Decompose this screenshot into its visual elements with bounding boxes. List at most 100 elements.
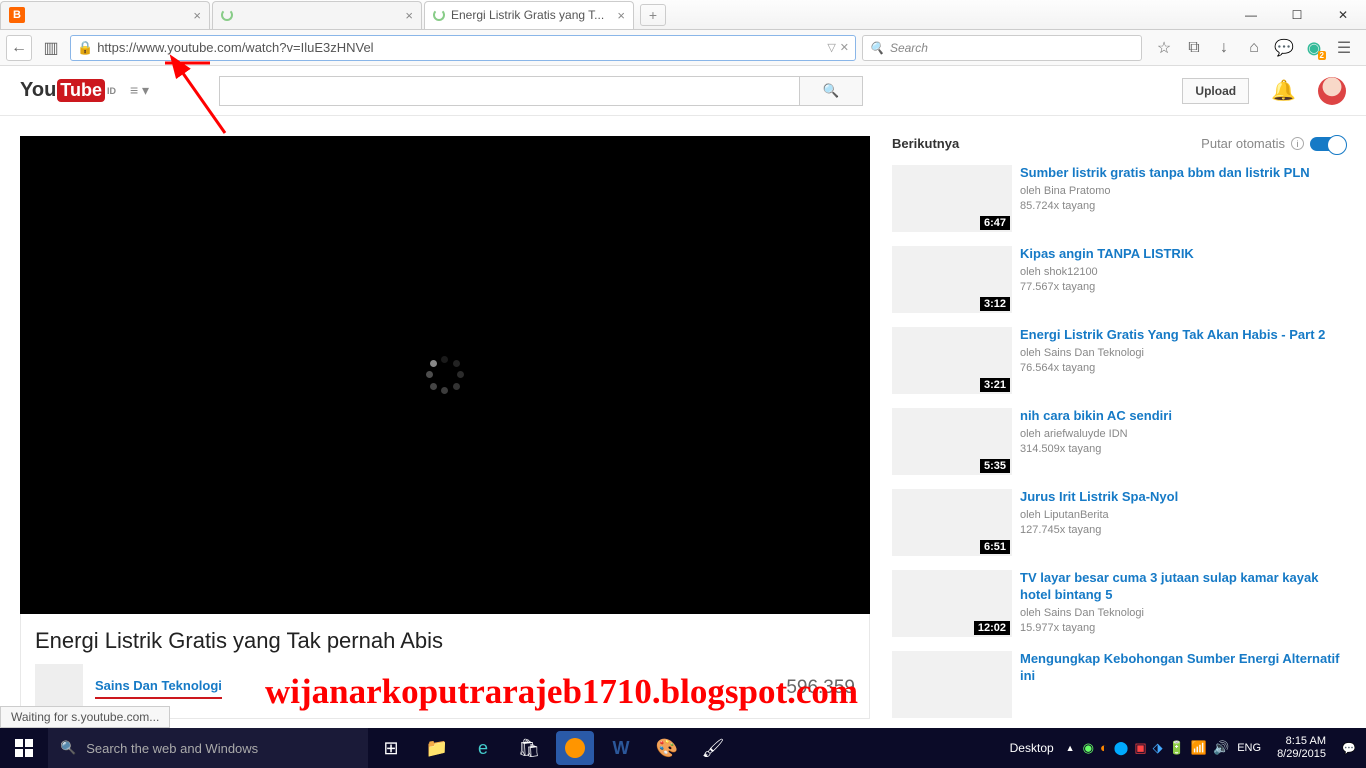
youtube-search-input[interactable] (219, 76, 799, 106)
url-bar[interactable]: 🔒 https://www.youtube.com/watch?v=IluE3z… (70, 35, 856, 61)
video-player[interactable] (20, 136, 870, 614)
up-next-label: Berikutnya (892, 136, 959, 151)
volume-icon[interactable]: 🔊 (1213, 740, 1229, 756)
close-icon[interactable]: × (405, 8, 413, 23)
related-title: Kipas angin TANPA LISTRIK (1020, 246, 1194, 263)
video-duration: 12:02 (974, 621, 1010, 635)
guide-button[interactable]: ≡ ▾ (130, 82, 149, 99)
video-thumbnail: 6:47 (892, 165, 1012, 232)
status-bar: Waiting for s.youtube.com... (0, 706, 170, 728)
channel-name[interactable]: Sains Dan Teknologi (95, 678, 222, 699)
task-view-icon[interactable]: ⊞ (368, 728, 414, 768)
menu-icon[interactable]: ☰ (1334, 38, 1354, 58)
close-icon[interactable]: × (617, 8, 625, 23)
related-views: 15.977x tayang (1020, 621, 1346, 636)
related-video[interactable]: 3:12 Kipas angin TANPA LISTRIK oleh shok12… (892, 246, 1346, 313)
sidebar: Berikutnya Putar otomatis i 6:47Sumber l… (892, 136, 1346, 706)
pocket-icon[interactable]: ⧉ (1184, 39, 1204, 57)
firefox-icon[interactable] (556, 731, 594, 765)
close-window-button[interactable]: ✕ (1320, 1, 1366, 29)
autoplay-label: Putar otomatis (1201, 136, 1285, 151)
maximize-button[interactable]: ☐ (1274, 1, 1320, 29)
edge-icon[interactable]: e (460, 728, 506, 768)
bluetooth-icon[interactable]: ⬗ (1153, 740, 1163, 756)
search-placeholder: Search (890, 41, 928, 55)
related-video[interactable]: Mengungkap Kebohongan Sumber Energi Alte… (892, 651, 1346, 718)
loading-icon (433, 9, 445, 21)
info-icon[interactable]: i (1291, 137, 1304, 150)
clock-time: 8:15 AM (1277, 735, 1326, 748)
reader-button[interactable]: ▥ (38, 35, 64, 61)
extension-icon[interactable]: ◉2 (1304, 38, 1324, 58)
tab-title: Energi Listrik Gratis yang T... (451, 8, 613, 22)
related-author: oleh shok12100 (1020, 265, 1194, 280)
video-thumbnail: 6:51 (892, 489, 1012, 556)
taskbar-search-placeholder: Search the web and Windows (86, 741, 258, 756)
store-icon[interactable]: 🛍 (506, 728, 552, 768)
youtube-logo[interactable]: YouTubeID (20, 79, 116, 102)
browser-search-box[interactable]: 🔍 Search (862, 35, 1142, 61)
related-video[interactable]: 5:35nih cara bikin AC sendirioleh ariefw… (892, 408, 1346, 475)
tray-icon[interactable]: ▣ (1134, 740, 1146, 756)
autoplay-toggle[interactable] (1310, 137, 1346, 151)
related-video[interactable]: 3:21Energi Listrik Gratis Yang Tak Akan … (892, 327, 1346, 394)
app-icon[interactable]: 🖌 (690, 728, 736, 768)
action-center-icon[interactable]: 💬 (1342, 742, 1360, 755)
tray-icon[interactable]: ◉ (1083, 740, 1094, 756)
blogger-icon: B (9, 7, 25, 23)
paint-icon[interactable]: 🎨 (644, 728, 690, 768)
start-button[interactable] (0, 728, 48, 768)
taskbar-clock[interactable]: 8:15 AM 8/29/2015 (1269, 735, 1334, 761)
word-icon[interactable]: W (598, 728, 644, 768)
related-author: oleh Sains Dan Teknologi (1020, 346, 1325, 361)
file-explorer-icon[interactable]: 📁 (414, 728, 460, 768)
search-icon: 🔍 (869, 41, 884, 55)
related-video[interactable]: 6:51Jurus Irit Listrik Spa-Nyololeh Lipu… (892, 489, 1346, 556)
new-tab-button[interactable]: + (640, 4, 666, 26)
view-count: 596.359 (786, 677, 855, 699)
lock-icon: 🔒 (77, 40, 93, 56)
related-author: oleh Sains Dan Teknologi (1020, 606, 1346, 621)
video-title: Energi Listrik Gratis yang Tak pernah Ab… (35, 628, 855, 654)
video-info: Energi Listrik Gratis yang Tak pernah Ab… (20, 614, 870, 719)
back-button[interactable]: ← (6, 35, 32, 61)
notifications-icon[interactable]: 🔔 (1271, 78, 1296, 103)
related-views: 85.724x tayang (1020, 199, 1310, 214)
related-video[interactable]: 12:02TV layar besar cuma 3 jutaan sulap … (892, 570, 1346, 637)
browser-tab[interactable]: × (212, 1, 422, 29)
youtube-header: YouTubeID ≡ ▾ 🔍 Upload 🔔 (0, 66, 1366, 116)
upload-button[interactable]: Upload (1182, 78, 1249, 104)
browser-tab[interactable]: B × (0, 1, 210, 29)
browser-tab-strip: B × × Energi Listrik Gratis yang T... × … (0, 0, 1366, 30)
close-icon[interactable]: × (193, 8, 201, 23)
battery-icon[interactable]: 🔋 (1169, 740, 1185, 756)
language-indicator[interactable]: ENG (1237, 742, 1261, 754)
related-video[interactable]: 6:47Sumber listrik gratis tanpa bbm dan … (892, 165, 1346, 232)
tray-icon[interactable]: ◐ (1100, 740, 1108, 756)
avatar[interactable] (1318, 77, 1346, 105)
network-icon[interactable]: 📶 (1191, 740, 1207, 756)
youtube-search-button[interactable]: 🔍 (799, 76, 863, 106)
downloads-icon[interactable]: ↓ (1214, 39, 1234, 57)
home-icon[interactable]: ⌂ (1244, 39, 1264, 57)
bookmark-icon[interactable]: ☆ (1154, 38, 1174, 58)
loading-spinner (426, 356, 464, 394)
video-thumbnail: 3:21 (892, 327, 1012, 394)
browser-tab-active[interactable]: Energi Listrik Gratis yang T... × (424, 1, 634, 29)
video-thumbnail: 3:12 (892, 246, 1012, 313)
minimize-button[interactable]: — (1228, 1, 1274, 29)
chat-icon[interactable]: 💬 (1274, 38, 1294, 58)
clock-date: 8/29/2015 (1277, 748, 1326, 761)
show-desktop[interactable]: Desktop (1010, 741, 1054, 755)
dropdown-icon[interactable]: ▽ (827, 41, 835, 54)
tray-icon[interactable]: ⬤ (1114, 740, 1129, 756)
tray-icons: ◉ ◐ ⬤ ▣ ⬗ 🔋 📶 🔊 (1083, 740, 1230, 756)
tray-chevron-icon[interactable]: ▲ (1066, 743, 1075, 753)
content-area: Energi Listrik Gratis yang Tak pernah Ab… (0, 116, 1366, 706)
related-title: Mengungkap Kebohongan Sumber Energi Alte… (1020, 651, 1346, 685)
channel-thumbnail[interactable] (35, 664, 83, 712)
taskbar-search[interactable]: 🔍 Search the web and Windows (48, 728, 368, 768)
clear-icon[interactable]: ✕ (840, 41, 849, 54)
related-author: oleh ariefwaluyde IDN (1020, 427, 1172, 442)
browser-nav-bar: ← ▥ 🔒 https://www.youtube.com/watch?v=Il… (0, 30, 1366, 66)
